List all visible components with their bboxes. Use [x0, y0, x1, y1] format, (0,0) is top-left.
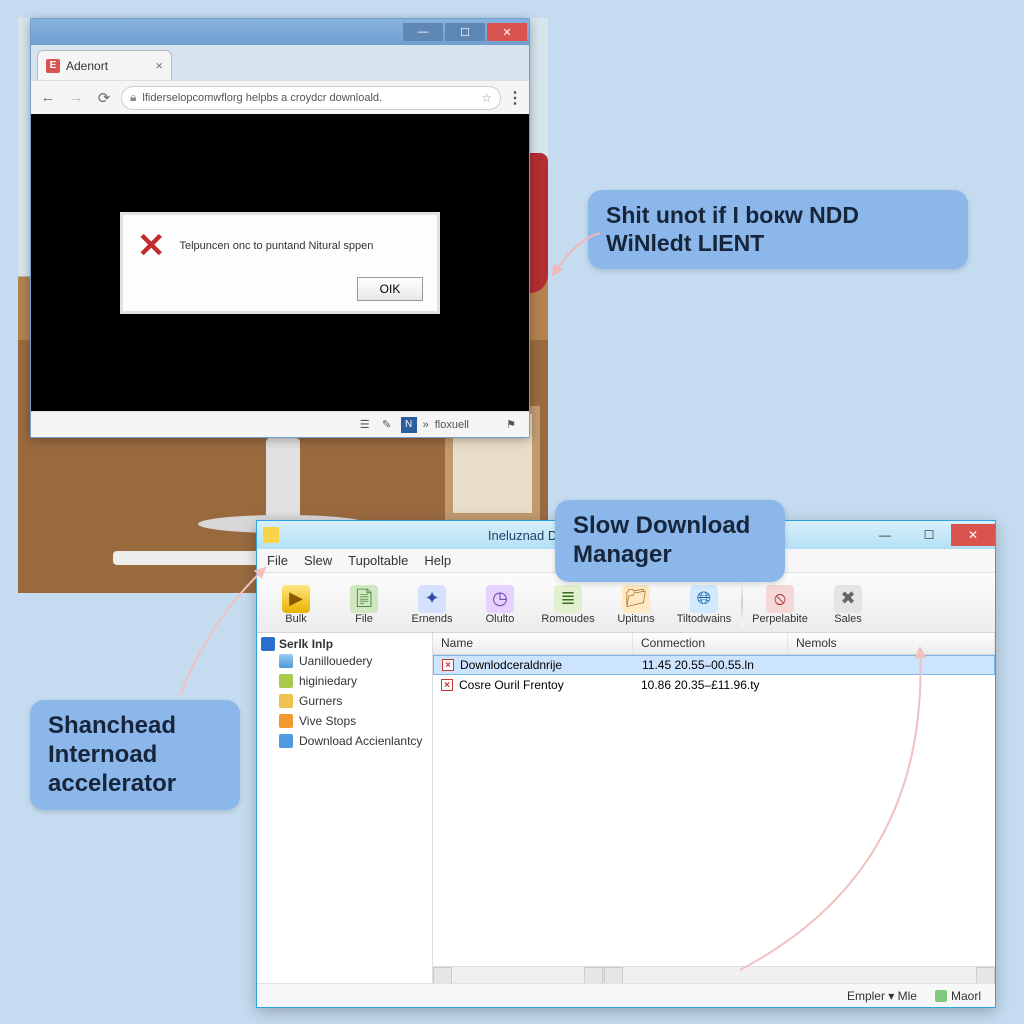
browser-menu-button[interactable]: ⋮: [507, 88, 523, 108]
tree-item[interactable]: higiniedary: [279, 671, 428, 691]
tab-close-icon[interactable]: ×: [155, 58, 163, 73]
toolbar-olulto[interactable]: ◷Olulto: [469, 581, 531, 625]
toolbar-perpelabite[interactable]: ⦸Perpelabite: [749, 581, 811, 625]
url-box[interactable]: 🔒︎ lfiderselopcomwflorg helpbs a croydcr…: [121, 86, 501, 110]
app-icon: [263, 527, 279, 543]
status-icon-4: ⚑: [503, 417, 519, 433]
minimize-button[interactable]: —: [403, 23, 443, 41]
toolbar-bulk[interactable]: ▶Bulk: [265, 581, 327, 625]
dialog-text: Telpuncen onc to puntand Nitural sppen: [180, 240, 374, 252]
tab-title: Adenort: [66, 59, 149, 73]
horizontal-scroll[interactable]: [433, 966, 995, 983]
dm-list: Name Conmection Nemols ×Downlodceraldnri…: [433, 633, 995, 983]
table-row[interactable]: ×Downlodceraldnrije 11.45 20.55–00.55.ln: [433, 655, 995, 675]
close-button[interactable]: ✕: [487, 23, 527, 41]
keyboard: [113, 551, 263, 565]
callout-top-right: Shit unot if I boкw NDD WiNledt LIENT: [588, 190, 968, 269]
menu-help[interactable]: Help: [424, 553, 451, 568]
menu-slew[interactable]: Slew: [304, 553, 332, 568]
address-bar: ← → ⟳ 🔒︎ lfiderselopcomwflorg helpbs a c…: [31, 80, 529, 114]
star-icon: [279, 694, 293, 708]
toolbar-romoudes[interactable]: ≣Romoudes: [537, 581, 599, 625]
play-icon: ▶: [282, 585, 310, 613]
table-row[interactable]: ×Cosre Ouril Frentoy 10.86 20.35–£11.96.…: [433, 675, 995, 695]
tree-item[interactable]: Vive Stops: [279, 711, 428, 731]
clock-icon: ◷: [486, 585, 514, 613]
ok-button[interactable]: OIK: [357, 277, 423, 301]
tree-item[interactable]: Download Accienlantcy: [279, 731, 428, 751]
status-icon-3: N: [401, 417, 417, 433]
download-manager-window: Ineluznad Download Connec — ☐ ✕ File Sle…: [256, 520, 996, 1008]
status-label-b[interactable]: Maorl: [935, 989, 981, 1003]
list-header: Name Conmection Nemols: [433, 633, 995, 655]
back-button[interactable]: ←: [37, 87, 59, 109]
gear-icon: ✦: [418, 585, 446, 613]
tree-item[interactable]: Gurners: [279, 691, 428, 711]
favicon-icon: E: [46, 59, 60, 73]
shield-icon: [279, 714, 293, 728]
list-icon: ≣: [554, 585, 582, 613]
status-label-a[interactable]: Empler ▾ Mle: [847, 989, 917, 1003]
list-rows: ×Downlodceraldnrije 11.45 20.55–00.55.ln…: [433, 655, 995, 966]
menu-tupoltable[interactable]: Tupoltable: [348, 553, 408, 568]
bookmark-star-icon[interactable]: ☆: [481, 91, 492, 105]
status-icon-2: ✎: [379, 417, 395, 433]
toolbar-file[interactable]: 📄︎File: [333, 581, 395, 625]
callout-accelerator: Shanchead Internoad accelerator: [30, 700, 240, 810]
root-icon: [261, 637, 275, 651]
callout-slow-download: Slow Download Manager: [555, 500, 785, 582]
page-body: ✕ Telpuncen onc to puntand Nitural sppen…: [31, 114, 529, 411]
site-info-icon[interactable]: 🔒︎: [130, 90, 136, 105]
reload-button[interactable]: ⟳: [93, 87, 115, 109]
error-dialog: ✕ Telpuncen onc to puntand Nitural sppen…: [120, 212, 440, 314]
status-label: floxuell: [435, 419, 469, 431]
doc-icon: [279, 734, 293, 748]
stop-icon: ⦸: [766, 585, 794, 613]
browser-tab[interactable]: E Adenort ×: [37, 50, 172, 80]
toolbar-sales[interactable]: ✖Sales: [817, 581, 879, 625]
tree-item[interactable]: Uanillouedery: [279, 651, 428, 671]
error-icon: ×: [442, 659, 454, 671]
dm-close-button[interactable]: ✕: [951, 524, 995, 546]
monitor-neck: [266, 438, 300, 518]
dm-tree: Serlk Inlp Uanillouedery higiniedary Gur…: [257, 633, 433, 983]
col-connection[interactable]: Conmection: [633, 633, 788, 654]
forward-button[interactable]: →: [65, 87, 87, 109]
desk-scene: — ☐ ✕ E Adenort × ← → ⟳ 🔒︎ lfiderselopco…: [18, 18, 548, 593]
status-dot-icon: [935, 990, 947, 1002]
folder-icon: [279, 654, 293, 668]
globe-icon: 🌐︎: [690, 585, 718, 613]
toolbar-separator: [741, 580, 743, 626]
toolbar-ernends[interactable]: ✦Ernends: [401, 581, 463, 625]
col-name[interactable]: Name: [433, 633, 633, 654]
error-icon: ×: [441, 679, 453, 691]
folder-icon: 📁︎: [622, 585, 650, 613]
browser-titlebar: — ☐ ✕: [31, 19, 529, 45]
people-icon: [279, 674, 293, 688]
toolbar-upituns[interactable]: 📁︎Upituns: [605, 581, 667, 625]
browser-statusbar: ☰ ✎ N » floxuell ⚑: [31, 411, 529, 437]
tools-icon: ✖: [834, 585, 862, 613]
menu-file[interactable]: File: [267, 553, 288, 568]
dm-maximize-button[interactable]: ☐: [907, 524, 951, 546]
dm-statusbar: Empler ▾ Mle Maorl: [257, 983, 995, 1007]
error-x-icon: ✕: [137, 229, 166, 263]
maximize-button[interactable]: ☐: [445, 23, 485, 41]
url-text: lfiderselopcomwflorg helpbs a croydcr do…: [142, 92, 475, 104]
browser-window: — ☐ ✕ E Adenort × ← → ⟳ 🔒︎ lfiderselopco…: [30, 18, 530, 438]
dm-toolbar: ▶Bulk 📄︎File ✦Ernends ◷Olulto ≣Romoudes …: [257, 573, 995, 633]
file-icon: 📄︎: [350, 585, 378, 613]
toolbar-tiltodwains[interactable]: 🌐︎Tiltodwains: [673, 581, 735, 625]
col-nemols[interactable]: Nemols: [788, 633, 995, 654]
tree-root[interactable]: Serlk Inlp: [261, 637, 428, 651]
dm-minimize-button[interactable]: —: [863, 524, 907, 546]
status-icon: ☰: [357, 417, 373, 433]
tab-bar: E Adenort ×: [31, 45, 529, 80]
